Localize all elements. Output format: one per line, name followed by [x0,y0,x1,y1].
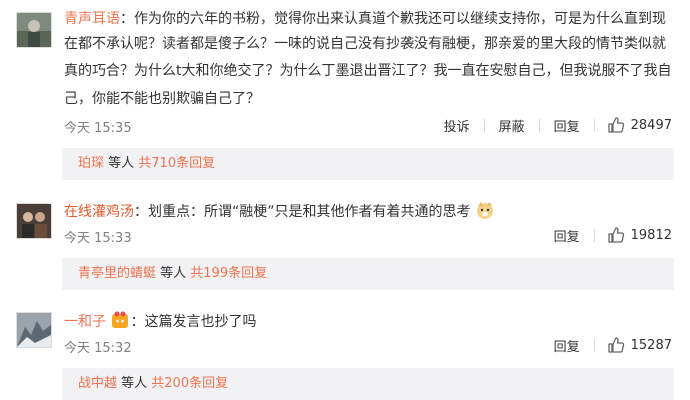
like-count: 28497 [630,117,672,133]
more-replies-link[interactable]: 共199条回复 [190,266,267,281]
reply-username[interactable]: 珀琛 [78,156,104,171]
reply-button[interactable]: 回复 [540,226,594,245]
doge-emoji-icon [475,200,495,227]
comment-timestamp: 今天 15:33 [64,231,132,246]
comment-username[interactable]: 一和子 [64,314,106,330]
reply-button[interactable]: 回复 [540,116,594,135]
avatar[interactable] [16,203,52,239]
like-button[interactable]: 15287 [595,336,672,354]
comment-text-line: 一和子 ：这篇发言也抄了吗 [64,310,256,337]
like-button[interactable]: 19812 [595,226,672,244]
more-replies-link[interactable]: 共710条回复 [138,156,215,171]
comment-username[interactable]: 在线灌鸡汤 [64,204,134,220]
comment-username[interactable]: 青声耳语 [64,11,120,27]
comment-actions: 投诉 屏蔽 回复 28497 [430,115,672,135]
comment-timestamp: 今天 15:35 [64,121,132,136]
comment-text-line: 在线灌鸡汤：划重点：所谓“融梗”只是和其他作者有着共通的思考 [64,200,495,227]
reply-username[interactable]: 战中越 [78,376,117,391]
reply-summary: 战中越 等人 共200条回复 [62,368,674,400]
avatar[interactable] [16,312,52,348]
comment-actions: 回复 15287 [540,335,672,355]
more-replies-link[interactable]: 共200条回复 [151,376,228,391]
comment-timestamp: 今天 15:32 [64,341,132,356]
thumbs-up-icon [607,227,624,243]
like-button[interactable]: 28497 [595,116,672,134]
comment-text-line: 己，你能不能也别欺骗自己了？ [64,91,260,107]
reply-summary: 珀琛 等人 共710条回复 [62,148,674,180]
comment-text-line: 在都不承认呢？读者都是傻子么？一味的说自己没有抄袭没有融梗，那亲爱的里大段的情节… [64,36,666,52]
thumbs-up-icon [607,117,624,133]
badge-icon [110,310,130,337]
like-count: 19812 [630,227,672,243]
reply-summary: 青亭里的蜻蜓 等人 共199条回复 [62,258,674,290]
block-button[interactable]: 屏蔽 [485,116,539,135]
comment-text-line: 真的巧合？为什么t大和你绝交了？为什么丁墨退出晋江了？我一直在安慰自己，但我说服… [64,63,672,79]
reply-button[interactable]: 回复 [540,336,594,355]
comment-actions: 回复 19812 [540,225,672,245]
report-button[interactable]: 投诉 [430,116,484,135]
avatar[interactable] [16,12,52,48]
thumbs-up-icon [607,337,624,353]
like-count: 15287 [630,337,672,353]
reply-username[interactable]: 青亭里的蜻蜓 [78,266,156,281]
comment-text-line: 青声耳语：作为你的六年的书粉，觉得你出来认真道个歉我还可以继续支持你，可是为什么… [64,11,666,27]
